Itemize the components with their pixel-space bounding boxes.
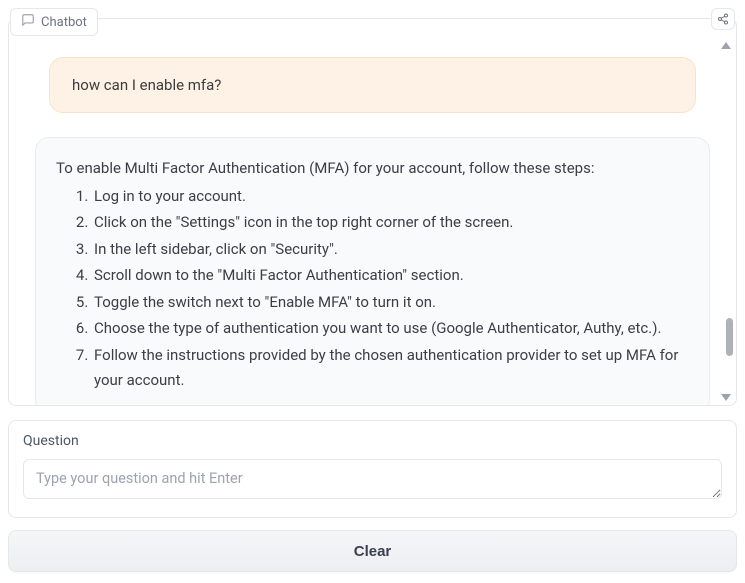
share-icon [717, 10, 729, 29]
share-button[interactable] [711, 8, 735, 30]
bot-steps-list: Log in to your account. Click on the "Se… [56, 184, 689, 394]
chatbot-header-badge: Chatbot [10, 8, 98, 36]
clear-button[interactable]: Clear [8, 530, 737, 572]
bot-intro-text: To enable Multi Factor Authentication (M… [56, 156, 689, 182]
bot-step: Follow the instructions provided by the … [92, 343, 689, 394]
question-section: Question [8, 420, 737, 518]
bot-step: Click on the "Settings" icon in the top … [92, 210, 689, 236]
question-input[interactable] [23, 459, 722, 499]
bot-message: To enable Multi Factor Authentication (M… [35, 137, 710, 406]
scroll-up-icon[interactable] [721, 42, 731, 49]
scrollbar-thumb[interactable] [726, 318, 733, 356]
bot-step: Choose the type of authentication you wa… [92, 316, 689, 342]
chat-container: how can I enable mfa? To enable Multi Fa… [8, 18, 737, 406]
bot-step: Scroll down to the "Multi Factor Authent… [92, 263, 689, 289]
user-message: how can I enable mfa? [49, 57, 696, 113]
bot-step: Toggle the switch next to "Enable MFA" t… [92, 290, 689, 316]
scroll-down-icon[interactable] [721, 394, 731, 401]
bot-step: In the left sidebar, click on "Security"… [92, 237, 689, 263]
chat-icon [21, 13, 35, 31]
question-label: Question [23, 433, 722, 449]
chatbot-header-title: Chatbot [41, 15, 87, 30]
user-message-text: how can I enable mfa? [72, 76, 221, 94]
bot-step: Log in to your account. [92, 184, 689, 210]
